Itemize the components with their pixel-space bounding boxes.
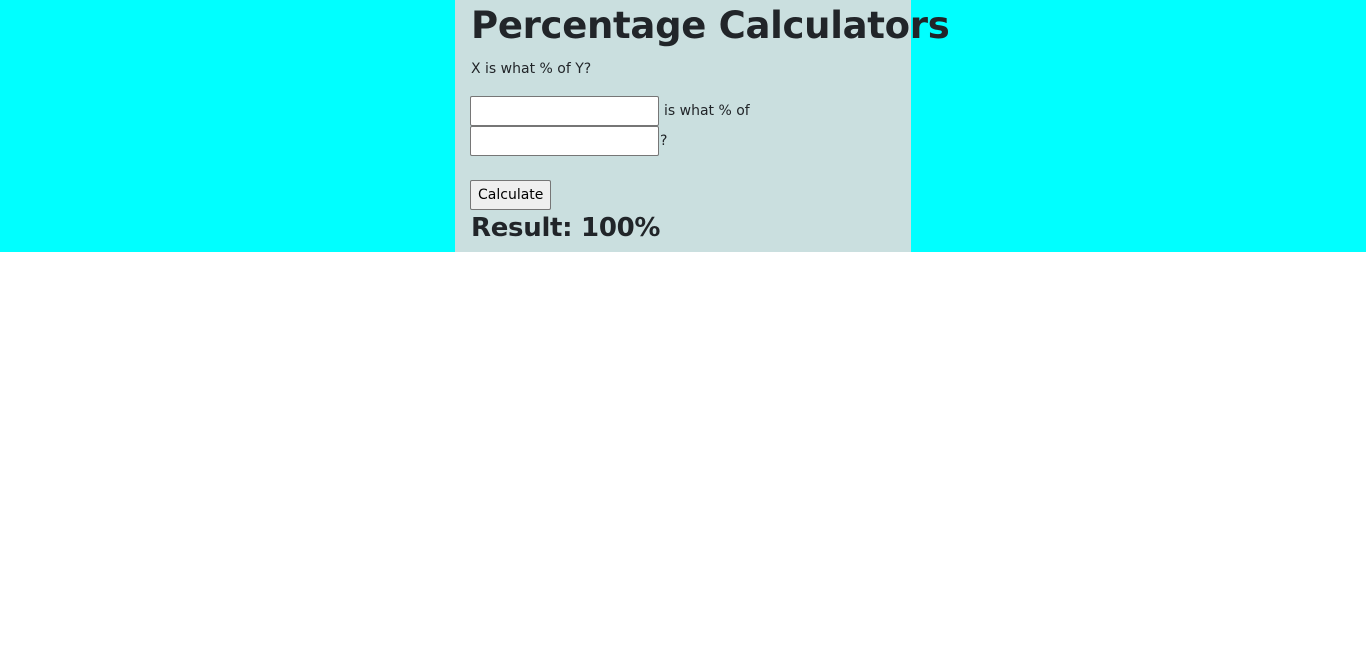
y-value-row: ? — [470, 126, 667, 156]
y-value-input[interactable] — [470, 126, 659, 156]
x-value-input[interactable] — [470, 96, 659, 126]
is-what-percent-of-label: is what % of — [664, 103, 750, 119]
result-text: Result: 100% — [471, 213, 661, 243]
calculator-panel: Percentage Calculators X is what % of Y?… — [455, 0, 950, 252]
calculator-heading: X is what % of Y? — [471, 61, 592, 77]
question-mark-label: ? — [660, 133, 668, 149]
x-value-row: is what % of — [470, 96, 750, 126]
page-title: Percentage Calculators — [471, 4, 950, 47]
calculate-button[interactable]: Calculate — [470, 180, 552, 210]
